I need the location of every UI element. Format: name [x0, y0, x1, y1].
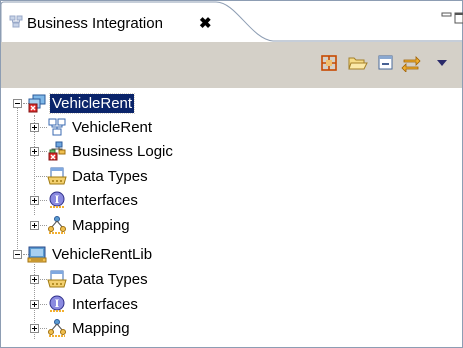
minimize-icon[interactable]	[441, 11, 463, 25]
tree-item-data-types[interactable]: Data Types	[47, 267, 150, 291]
svg-text:I: I	[55, 195, 60, 206]
tree-connector	[40, 279, 47, 280]
tree-item-label: Mapping	[72, 216, 130, 234]
tree-item-label: Interfaces	[72, 295, 138, 313]
tree-connector	[40, 151, 47, 152]
interfaces-icon: I	[49, 191, 65, 208]
tree-item-library[interactable]: VehicleRentLib	[27, 242, 154, 266]
expand-toggle[interactable]	[30, 196, 39, 205]
expand-toggle[interactable]	[30, 275, 39, 284]
tree-item-assembly[interactable]: VehicleRent	[47, 115, 154, 139]
view-toolbar	[1, 42, 462, 88]
mapping-icon	[48, 216, 66, 234]
data-types-icon	[47, 167, 67, 185]
collapse-toggle[interactable]	[13, 99, 22, 108]
tab-title[interactable]: Business Integration	[27, 15, 163, 32]
tree-item-mapping[interactable]: Mapping	[47, 316, 132, 340]
link-icon[interactable]	[318, 52, 340, 74]
tree-item-label: Business Logic	[72, 142, 173, 160]
tree-connector	[17, 103, 18, 257]
close-tab-icon[interactable]: ✖	[199, 14, 212, 32]
tree-connector	[40, 304, 47, 305]
expand-toggle[interactable]	[30, 221, 39, 230]
expand-toggle[interactable]	[30, 123, 39, 132]
tree-item-mapping[interactable]: Mapping	[47, 213, 132, 237]
expand-toggle[interactable]	[30, 300, 39, 309]
svg-text:I: I	[55, 299, 60, 310]
tree-item-label: Data Types	[72, 270, 148, 288]
business-integration-view: Business Integration ✖ VehicleRent Vehic…	[0, 0, 463, 348]
view-menu-dropdown-icon[interactable]	[431, 52, 453, 74]
sync-icon[interactable]	[400, 52, 422, 74]
assembly-diagram-icon	[48, 118, 66, 136]
module-label: VehicleRent	[48, 92, 136, 114]
tree-connector	[40, 328, 47, 329]
business-logic-icon	[48, 141, 66, 161]
tree-item-interfaces[interactable]: I Interfaces	[47, 292, 140, 316]
expand-toggle[interactable]	[30, 324, 39, 333]
collapse-all-icon[interactable]	[375, 52, 397, 74]
library-label: VehicleRentLib	[52, 245, 153, 263]
tree-item-label: Interfaces	[72, 191, 138, 209]
expand-toggle[interactable]	[30, 147, 39, 156]
tree-item-data-types[interactable]: Data Types	[47, 164, 150, 188]
tree-item-interfaces[interactable]: I Interfaces	[47, 188, 140, 212]
business-integration-icon	[9, 15, 23, 28]
mapping-icon	[48, 319, 66, 337]
view-tab-bar: Business Integration ✖	[1, 1, 463, 42]
tree-connector	[34, 176, 47, 177]
tree-item-label: Data Types	[72, 167, 148, 185]
collapse-toggle[interactable]	[13, 250, 22, 259]
tree-item-module[interactable]: VehicleRent	[27, 91, 136, 115]
library-icon	[27, 246, 47, 263]
tree-item-label: VehicleRent	[72, 118, 153, 136]
module-icon	[28, 94, 46, 113]
interfaces-icon: I	[49, 295, 65, 312]
tree-connector	[40, 225, 47, 226]
window-controls	[441, 11, 463, 30]
tree-item-label: Mapping	[72, 319, 130, 337]
tree-connector	[40, 200, 47, 201]
data-types-icon	[47, 270, 67, 288]
open-folder-icon[interactable]	[347, 52, 369, 74]
tree-connector	[40, 127, 47, 128]
tree-item-business-logic[interactable]: Business Logic	[47, 139, 175, 163]
